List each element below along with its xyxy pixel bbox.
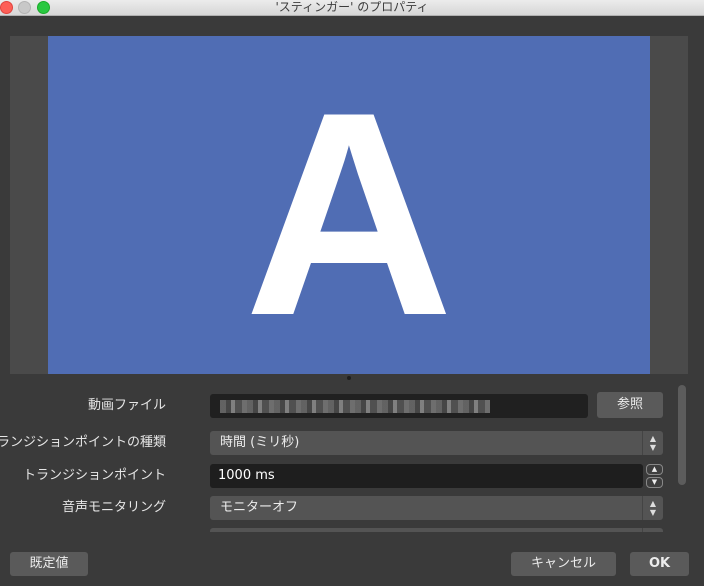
updown-chevron-icon: ▲▼ (642, 528, 663, 532)
form-scrollbar[interactable] (678, 385, 686, 485)
stepper-down-icon[interactable]: ▼ (646, 477, 663, 488)
transition-point-type-value: 時間 (ミリ秒) (220, 435, 300, 450)
audio-monitoring-select[interactable]: モニターオフ ▲ ▼ (210, 496, 663, 520)
audio-monitoring-value: モニターオフ (220, 500, 299, 515)
transition-point-label: トランジションポイント (22, 468, 166, 483)
stepper-up-icon[interactable]: ▲ (646, 464, 663, 475)
video-file-path-field[interactable] (210, 394, 588, 418)
defaults-button[interactable]: 既定値 (10, 552, 88, 576)
updown-chevron-icon: ▲▼ (642, 431, 663, 455)
transition-point-value: 1000 ms (218, 468, 275, 483)
transition-point-stepper: ▲ ▼ (646, 464, 664, 488)
transition-point-type-row: トランジションポイントの種類 時間 (ミリ秒) ▲ ▼ (0, 431, 670, 455)
transition-point-input[interactable]: 1000 ms (210, 464, 643, 488)
next-row-partial: ▲▼ (0, 528, 670, 532)
preview-letter: A (244, 52, 454, 374)
browse-button[interactable]: 参照 (597, 392, 663, 418)
redacted-file-path (220, 400, 490, 413)
ok-button[interactable]: OK (630, 552, 689, 576)
transition-point-type-select[interactable]: 時間 (ミリ秒) ▲ ▼ (210, 431, 663, 455)
cancel-button[interactable]: キャンセル (511, 552, 616, 576)
updown-chevron-icon: ▲▼ (642, 496, 663, 520)
properties-form: 動画ファイル 参照 トランジションポイントの種類 時間 (ミリ秒) ▲ ▼ トラン… (0, 388, 704, 532)
splitter-handle[interactable] (347, 376, 351, 380)
title-bar: 'スティンガー' のプロパティ (0, 0, 704, 16)
audio-monitoring-label: 音声モニタリング (61, 500, 166, 515)
partial-select[interactable]: ▲▼ (210, 528, 663, 532)
transition-preview: A (48, 36, 650, 374)
video-file-label: 動画ファイル (87, 398, 166, 413)
video-file-row: 動画ファイル 参照 (0, 392, 670, 418)
preview-area: A (10, 36, 688, 374)
transition-point-row: トランジションポイント 1000 ms ▲ ▼ (0, 464, 670, 488)
window-title: 'スティンガー' のプロパティ (275, 0, 429, 14)
transition-point-type-label: トランジションポイントの種類 (0, 435, 166, 450)
audio-monitoring-row: 音声モニタリング モニターオフ ▲ ▼ (0, 496, 670, 520)
